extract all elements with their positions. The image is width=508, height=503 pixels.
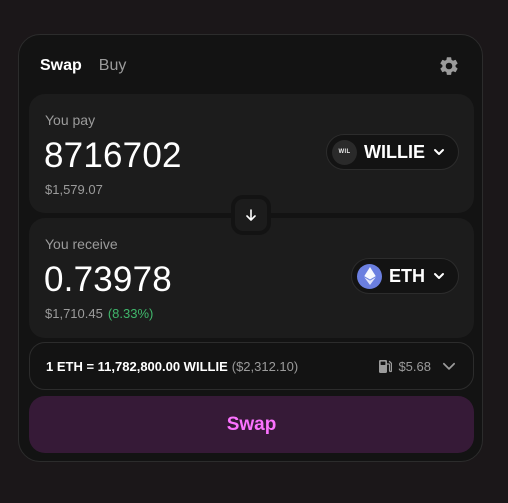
tab-bar: Swap Buy — [40, 57, 126, 75]
receive-panel: You receive 0.73978 $1,710.45 (8.33%) ETH — [29, 218, 474, 338]
rate-details-bar[interactable]: 1 ETH = 11,782,800.00 WILLIE ($2,312.10)… — [29, 342, 474, 390]
willie-logo-icon: WIL — [332, 139, 357, 165]
tab-swap[interactable]: Swap — [40, 57, 82, 75]
flip-tokens-button[interactable] — [231, 195, 271, 235]
exchange-rate-usd: ($2,312.10) — [231, 358, 299, 374]
receive-fiat-value: $1,710.45 — [45, 306, 103, 321]
pay-fiat-value: $1,579.07 — [45, 182, 103, 197]
tab-buy[interactable]: Buy — [99, 57, 127, 75]
receive-token-selector[interactable]: ETH — [351, 258, 459, 294]
gas-fee: $5.68 — [378, 358, 457, 374]
receive-fiat-row: $1,710.45 (8.33%) — [45, 306, 153, 321]
receive-token-symbol: ETH — [389, 265, 425, 286]
gas-fee-value: $5.68 — [398, 358, 431, 374]
pay-amount-input[interactable]: 8716702 — [44, 136, 182, 176]
receive-amount-input[interactable]: 0.73978 — [44, 260, 172, 300]
receive-label: You receive — [45, 236, 118, 252]
swap-widget: Swap Buy You pay 8716702 $1,579.07 WIL W… — [18, 34, 483, 462]
pay-token-selector[interactable]: WIL WILLIE — [326, 134, 459, 170]
chevron-down-icon — [443, 362, 455, 370]
arrow-down-icon — [246, 209, 256, 221]
chevron-down-icon — [434, 149, 444, 155]
chevron-down-icon — [434, 273, 444, 279]
swap-button[interactable]: Swap — [29, 396, 474, 453]
price-impact-delta: (8.33%) — [107, 306, 154, 321]
pay-label: You pay — [45, 112, 96, 128]
exchange-rate: 1 ETH = 11,782,800.00 WILLIE — [46, 358, 228, 374]
gear-icon[interactable] — [438, 55, 460, 77]
eth-logo-icon — [357, 263, 382, 289]
pay-token-symbol: WILLIE — [364, 141, 425, 162]
gas-pump-icon — [379, 359, 393, 373]
